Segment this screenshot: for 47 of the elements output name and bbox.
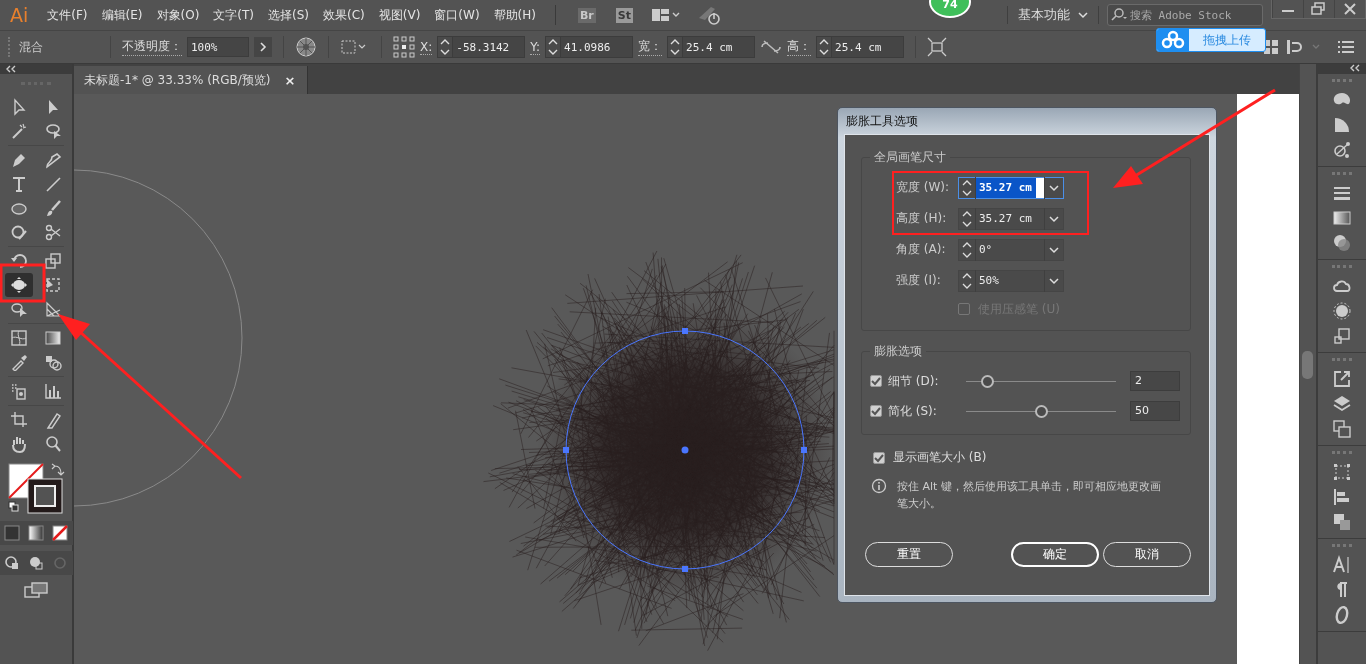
selection-label: 混合	[19, 38, 44, 56]
dialog-button[interactable]: 确定	[1010, 542, 1100, 567]
menu-item[interactable]: 窗口(W)	[427, 6, 487, 24]
field-label: 高度 (H):	[896, 210, 948, 227]
dialog-button[interactable]: 重置	[865, 542, 953, 567]
combo-field[interactable]: 50%	[958, 269, 1064, 292]
menu-item[interactable]: 文件(F)	[40, 6, 95, 24]
value-field[interactable]: 2	[1130, 371, 1180, 391]
dialog-button[interactable]: 取消	[1103, 542, 1191, 567]
combo-field[interactable]: 35.27 cm	[958, 176, 1064, 199]
menu-item[interactable]: 对象(O)	[149, 6, 207, 24]
app-shortcut[interactable]: St	[615, 7, 633, 23]
menu-item[interactable]: 文字(T)	[206, 6, 261, 24]
combo-field[interactable]: 35.27 cm	[958, 207, 1064, 230]
combo-field[interactable]: 0°	[958, 238, 1064, 261]
group-title: 膨胀选项	[873, 343, 923, 360]
checkbox-label: 细节 (D):	[888, 372, 940, 390]
app-logo: Ai	[9, 4, 30, 26]
checkbox-label: 显示画笔大小 (B)	[893, 449, 987, 466]
menu-item[interactable]: 帮助(H)	[486, 6, 543, 24]
value-field[interactable]: 50	[1130, 401, 1180, 421]
y-field[interactable]: 41.0986	[560, 37, 633, 57]
menu-item[interactable]: 效果(C)	[316, 6, 372, 24]
field-label: 角度 (A):	[896, 241, 947, 258]
width-label[interactable]: 宽：	[638, 38, 663, 56]
x-field[interactable]: -58.3142	[452, 37, 525, 57]
y-label[interactable]: Y:	[530, 39, 541, 55]
x-label[interactable]: X:	[420, 39, 433, 55]
field-label: 强度 (I):	[896, 272, 942, 289]
height-label[interactable]: 高：	[787, 38, 812, 56]
document-title: 未标题-1* @ 33.33% (RGB/预览)	[84, 71, 271, 89]
opacity-field[interactable]: 100%	[187, 37, 249, 57]
workspace-switcher[interactable]: 基本功能	[1007, 6, 1099, 24]
menu-item[interactable]: 视图(V)	[371, 6, 428, 24]
field-label: 宽度 (W):	[896, 179, 951, 196]
document-tab[interactable]: 未标题-1* @ 33.33% (RGB/预览) ×	[74, 66, 309, 94]
group-title: 全局画笔尺寸	[873, 149, 947, 166]
close-tab-button[interactable]: ×	[284, 72, 296, 88]
menu-item[interactable]: 编辑(E)	[94, 6, 150, 24]
height-field[interactable]: 25.4 cm	[831, 37, 904, 57]
search-field[interactable]: 搜索 Adobe Stock	[1107, 4, 1263, 26]
opacity-label[interactable]: 不透明度：	[122, 38, 182, 56]
info-text: 按住 Alt 键，然后使用该工具单击，即可相应地更改画笔大小。	[897, 479, 1162, 512]
menu-item[interactable]: 选择(S)	[261, 6, 316, 24]
dialog-title: 膨胀工具选项	[845, 113, 919, 130]
width-field[interactable]: 25.4 cm	[682, 37, 755, 57]
checkbox-label: 简化 (S):	[888, 402, 938, 420]
